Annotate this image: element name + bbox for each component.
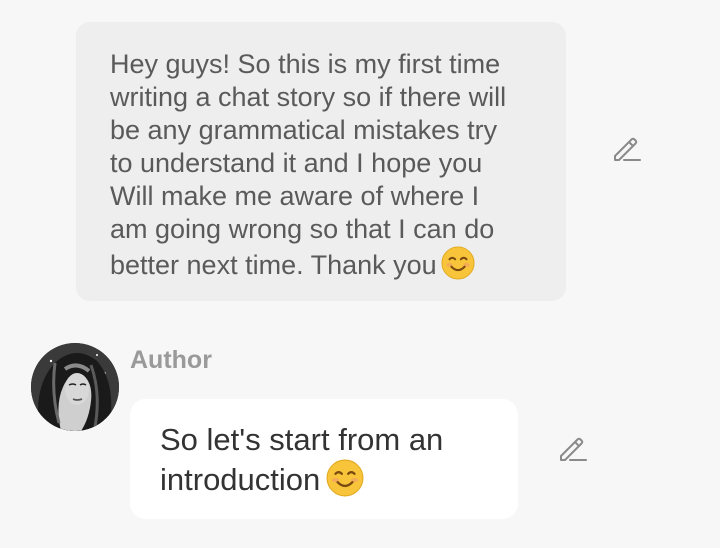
narration-bubble[interactable]: Hey guys! So this is my first time writi… — [76, 22, 566, 301]
author-avatar[interactable] — [31, 343, 119, 431]
smiling-face-emoji-icon — [326, 459, 364, 497]
pencil-edit-icon[interactable] — [610, 132, 642, 164]
portrait-image — [31, 343, 119, 431]
message-text: So let's start from an introduction — [160, 422, 444, 497]
smiling-face-emoji-icon — [441, 246, 475, 280]
pencil-edit-icon[interactable] — [556, 432, 588, 464]
message-bubble[interactable]: So let's start from an introduction — [130, 399, 518, 519]
narration-text: Hey guys! So this is my first time writi… — [110, 49, 507, 280]
author-name: Author — [130, 346, 212, 374]
